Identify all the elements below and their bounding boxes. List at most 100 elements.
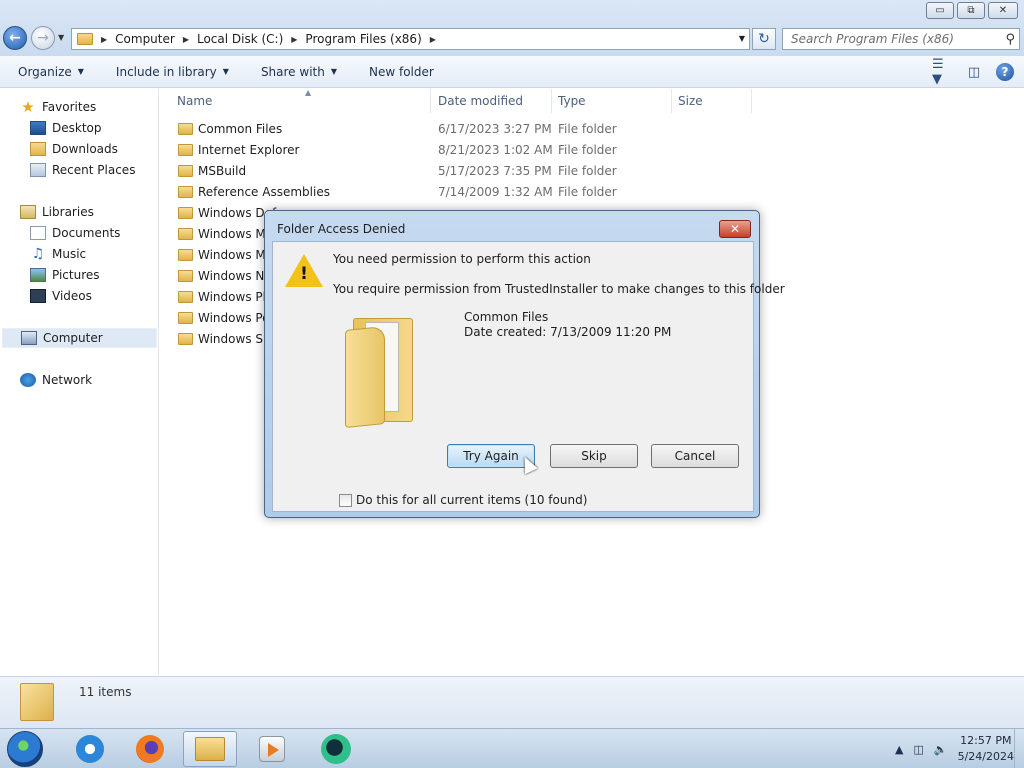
file-type: File folder — [558, 122, 617, 136]
chevron-right-icon[interactable]: ▶ — [430, 35, 436, 44]
cancel-button[interactable]: Cancel — [651, 444, 739, 468]
caret-down-icon: ▼ — [222, 67, 229, 76]
close-button[interactable]: ✕ — [988, 2, 1018, 19]
show-desktop-button[interactable] — [1014, 729, 1024, 768]
music-note-icon: ♫ — [31, 246, 45, 262]
breadcrumb-program-files[interactable]: Program Files (x86) — [305, 32, 421, 46]
forward-button[interactable]: → — [31, 26, 55, 50]
back-button[interactable]: ← — [3, 26, 27, 50]
sidebar-item-favorites[interactable]: ★ Favorites — [20, 97, 96, 117]
file-date: 5/17/2023 7:35 PM — [438, 164, 552, 178]
skip-button[interactable]: Skip — [550, 444, 638, 468]
table-row[interactable]: Reference Assemblies 7/14/2009 1:32 AM F… — [160, 182, 1024, 203]
taskbar-media-player[interactable] — [245, 731, 299, 767]
sidebar-label: Music — [52, 247, 87, 261]
file-name: Reference Assemblies — [198, 185, 330, 199]
folder-icon — [178, 207, 193, 219]
column-header-size[interactable]: Size — [670, 89, 752, 113]
taskbar-windows-explorer[interactable] — [183, 731, 237, 767]
desktop-icon — [30, 121, 46, 135]
sidebar-item-libraries[interactable]: Libraries — [20, 202, 94, 222]
file-date: 7/14/2009 1:32 AM — [438, 185, 553, 199]
window-controls: ▭ ⧉ ✕ — [926, 2, 1018, 19]
taskbar-app-green[interactable] — [309, 731, 363, 767]
search-placeholder: Search Program Files (x86) — [791, 32, 954, 46]
chevron-right-icon[interactable]: ▶ — [183, 35, 189, 44]
help-icon[interactable]: ? — [996, 63, 1014, 81]
recent-places-icon — [30, 163, 46, 177]
maximize-button[interactable]: ⧉ — [957, 2, 985, 19]
sidebar-label: Favorites — [42, 100, 97, 114]
view-controls: ☰ ▼ ◫ ? — [932, 57, 1014, 87]
view-options-icon[interactable]: ☰ ▼ — [932, 57, 952, 87]
preview-pane-icon[interactable]: ◫ — [964, 62, 984, 82]
folder-icon — [178, 228, 193, 240]
show-hidden-icons-icon[interactable]: ▲ — [895, 743, 903, 756]
column-header-type[interactable]: Type — [550, 89, 672, 113]
windows-explorer-icon — [195, 737, 225, 761]
sidebar-label: Pictures — [52, 268, 100, 282]
table-row[interactable]: MSBuild 5/17/2023 7:35 PM File folder — [160, 161, 1024, 182]
folder-icon — [178, 270, 193, 282]
breadcrumb-local-disk[interactable]: Local Disk (C:) — [197, 32, 283, 46]
sidebar-label: Documents — [52, 226, 121, 240]
search-icon[interactable]: ⚲ — [1005, 32, 1015, 47]
dialog-date-created: Date created: 7/13/2009 11:20 PM — [464, 325, 672, 339]
column-header-name[interactable]: Name ▲ — [169, 88, 431, 113]
new-folder-button[interactable]: New folder — [351, 65, 448, 79]
share-with-label: Share with — [260, 64, 325, 79]
command-bar: Organize ▼ Include in library ▼ Share with… — [0, 56, 1024, 88]
address-bar[interactable]: ▶ Computer ▶ Local Disk (C:) ▶ Program F… — [71, 28, 750, 50]
start-button[interactable] — [7, 731, 43, 767]
volume-muted-icon[interactable]: 🔈 — [934, 743, 948, 756]
clock[interactable]: 12:57 PM 5/24/2024 — [958, 733, 1014, 765]
file-date: 6/17/2023 3:27 PM — [438, 122, 552, 136]
sidebar-item-documents[interactable]: Documents — [30, 223, 120, 243]
network-status-icon[interactable]: ◫ — [913, 743, 923, 756]
table-row[interactable]: Common Files 6/17/2023 3:27 PM File fold… — [160, 119, 1024, 140]
details-pane: 11 items — [0, 676, 1024, 728]
sidebar-item-pictures[interactable]: Pictures — [30, 265, 100, 285]
sidebar-item-network[interactable]: Network — [20, 370, 92, 390]
sidebar-label: Downloads — [52, 142, 118, 156]
app-icon — [321, 734, 351, 764]
taskbar-internet-explorer[interactable] — [63, 731, 117, 767]
file-name: Windows Sic — [198, 332, 273, 346]
sidebar-item-videos[interactable]: Videos — [30, 286, 92, 306]
refresh-button[interactable]: ↻ — [752, 28, 776, 50]
chevron-down-icon[interactable]: ▼ — [739, 34, 745, 43]
taskbar-firefox[interactable] — [123, 731, 177, 767]
sidebar-item-downloads[interactable]: Downloads — [30, 139, 118, 159]
sidebar-label: Desktop — [52, 121, 102, 135]
minimize-button[interactable]: ▭ — [926, 2, 954, 19]
recent-pages-dropdown[interactable]: ▼ — [58, 33, 64, 42]
share-with-menu[interactable]: Share with ▼ — [243, 65, 351, 79]
sidebar-item-desktop[interactable]: Desktop — [30, 118, 102, 138]
breadcrumb-computer[interactable]: Computer — [115, 32, 175, 46]
checkbox-label: Do this for all current items (10 found) — [356, 493, 588, 507]
organize-menu[interactable]: Organize ▼ — [0, 65, 98, 79]
sidebar-item-recent-places[interactable]: Recent Places — [30, 160, 135, 180]
caret-down-icon: ▼ — [330, 67, 337, 76]
file-name: Internet Explorer — [198, 143, 300, 157]
column-header-label: Date modified — [438, 94, 524, 108]
sidebar-item-music[interactable]: ♫ Music — [30, 244, 86, 264]
chevron-right-icon[interactable]: ▶ — [291, 35, 297, 44]
folder-icon — [178, 333, 193, 345]
folder-icon — [77, 33, 93, 45]
chevron-right-icon[interactable]: ▶ — [101, 35, 107, 44]
item-count: 11 items — [79, 685, 132, 699]
search-input[interactable]: Search Program Files (x86) ⚲ — [782, 28, 1020, 50]
column-header-date[interactable]: Date modified — [430, 89, 552, 113]
table-row[interactable]: Internet Explorer 8/21/2023 1:02 AM File… — [160, 140, 1024, 161]
dialog-close-button[interactable]: ✕ — [719, 220, 751, 238]
title-bar: ▭ ⧉ ✕ ← → ▼ ▶ Computer ▶ Local Disk (C:)… — [0, 0, 1024, 56]
include-in-library-menu[interactable]: Include in library ▼ — [98, 65, 243, 79]
checkbox-box[interactable] — [339, 493, 352, 507]
apply-to-all-checkbox[interactable]: Do this for all current items (10 found) — [339, 493, 587, 507]
navigation-pane: ★ Favorites Desktop Downloads Recent Pla… — [0, 89, 159, 675]
folder-icon — [178, 291, 193, 303]
system-tray: ▲ ◫ 🔈 12:57 PM 5/24/2024 — [895, 733, 1014, 765]
file-name: Windows Ma — [198, 227, 274, 241]
sidebar-item-computer[interactable]: Computer — [2, 328, 157, 348]
